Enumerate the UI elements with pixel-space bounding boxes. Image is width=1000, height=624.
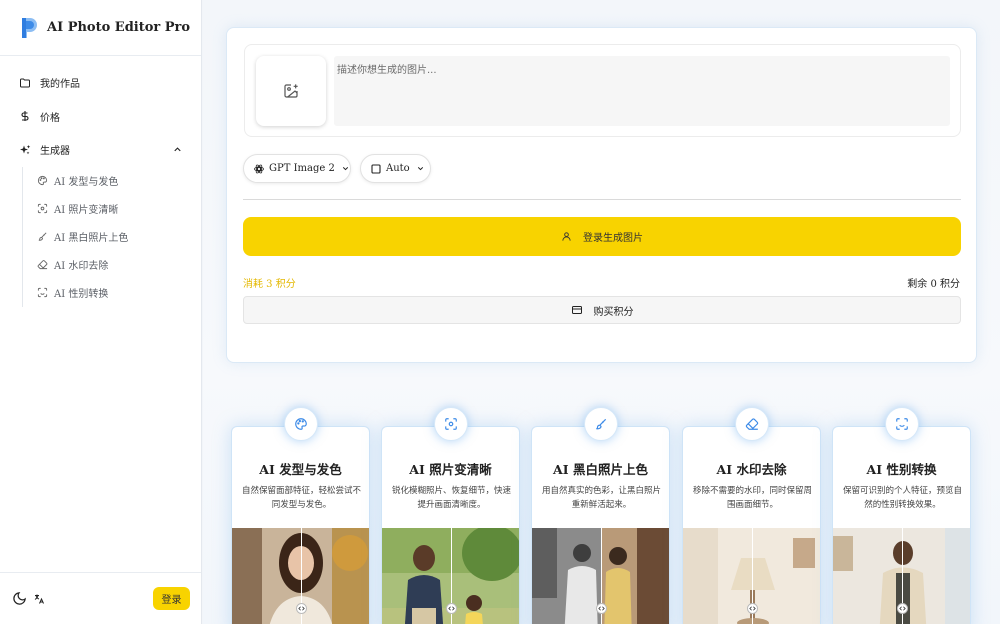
palette-icon <box>295 418 307 430</box>
palette-icon <box>37 175 48 186</box>
login-button[interactable]: 登录 <box>153 587 190 610</box>
sidebar-item-label: 价格 <box>40 112 60 124</box>
feature-title: AI 发型与发色 <box>259 462 342 477</box>
remaining-credits: 剩余 0 积分 <box>907 279 960 290</box>
subitem-label: AI 发型与发色 <box>54 177 119 188</box>
subitem-label: AI 性别转换 <box>54 289 109 300</box>
chevron-down-icon <box>417 167 423 171</box>
prompt-area <box>244 44 961 137</box>
sidebar-subitem-sharpen[interactable]: AI 照片变清晰 <box>37 195 201 223</box>
moon-icon[interactable] <box>12 591 27 606</box>
compare-handle[interactable] <box>596 603 607 614</box>
feature-badge-hairstyle <box>284 407 318 441</box>
dollar-icon <box>21 111 29 122</box>
sidebar-nav: 我的作品 价格 生成器 AI 发型与发色 AI 照片变清晰 AI 黑白照片上色 <box>0 56 201 307</box>
openai-icon <box>254 164 264 173</box>
image-plus-icon <box>284 84 298 98</box>
feature-title: AI 性别转换 <box>866 462 937 477</box>
translate-icon[interactable] <box>33 593 45 605</box>
feature-desc: 用自然真实的色彩，让黑白照片重新鲜活起来。 <box>541 486 661 510</box>
scan-focus-icon <box>37 203 48 214</box>
sidebar-item-label: 生成器 <box>40 146 70 158</box>
ratio-select[interactable]: Auto <box>360 154 431 183</box>
buy-credits-button[interactable]: 购买积分 <box>243 296 961 324</box>
feature-card-colorize[interactable]: AI 黑白照片上色 用自然真实的色彩，让黑白照片重新鲜活起来。 <box>531 426 670 624</box>
logo-icon <box>22 17 37 38</box>
sidebar-item-generator[interactable]: 生成器 <box>0 133 201 167</box>
arrows-horizontal-icon <box>448 606 455 611</box>
feature-desc: 自然保留面部特征，轻松尝试不同发型与发色。 <box>241 486 361 510</box>
arrows-horizontal-icon <box>298 606 305 611</box>
generator-subnav: AI 发型与发色 AI 照片变清晰 AI 黑白照片上色 AI 水印去除 AI 性… <box>22 166 201 307</box>
compare-handle[interactable] <box>897 603 908 614</box>
square-icon <box>371 163 381 174</box>
arrows-horizontal-icon <box>749 606 756 611</box>
brush-icon <box>596 418 607 430</box>
feature-badge-watermark <box>735 407 769 441</box>
upload-image-button[interactable] <box>256 56 326 126</box>
eraser-icon <box>37 260 48 270</box>
model-label: GPT Image 2 <box>269 163 335 174</box>
subitem-label: AI 黑白照片上色 <box>54 233 129 244</box>
feature-card-gender[interactable]: AI 性别转换 保留可识别的个人特征，预览自然的性别转换效果。 <box>832 426 971 624</box>
brand[interactable]: AI Photo Editor Pro <box>0 0 201 56</box>
generate-label: 登录生成图片 <box>583 233 643 244</box>
main-content: GPT Image 2 Auto 登录生成图片 消耗 3 积分 剩余 0 积分 … <box>203 0 1000 624</box>
feature-card-hairstyle[interactable]: AI 发型与发色 自然保留面部特征，轻松尝试不同发型与发色。 <box>231 426 370 624</box>
face-scan-icon <box>896 418 908 430</box>
feature-desc: 锐化模糊照片、恢复细节，快速提升画面清晰度。 <box>391 486 511 510</box>
cost-text: 消耗 3 积分 <box>243 279 296 290</box>
model-select[interactable]: GPT Image 2 <box>243 154 351 183</box>
scan-focus-icon <box>445 418 457 430</box>
sparkles-icon <box>20 144 31 155</box>
feature-title: AI 黑白照片上色 <box>553 462 648 477</box>
ratio-label: Auto <box>386 163 410 174</box>
app-title: AI Photo Editor Pro <box>47 20 191 35</box>
sidebar-item-pricing[interactable]: 价格 <box>0 100 201 134</box>
sidebar-subitem-gender[interactable]: AI 性别转换 <box>37 279 201 307</box>
eraser-icon <box>745 418 759 430</box>
sidebar-subitem-hairstyle[interactable]: AI 发型与发色 <box>37 167 201 195</box>
arrows-horizontal-icon <box>598 606 605 611</box>
feature-badge-gender <box>885 407 919 441</box>
feature-badge-sharpen <box>434 407 468 441</box>
compare-handle[interactable] <box>747 603 758 614</box>
buy-label: 购买积分 <box>593 306 634 318</box>
divider <box>243 199 961 200</box>
chevron-down-icon <box>342 167 348 171</box>
feature-desc: 保留可识别的个人特征，预览自然的性别转换效果。 <box>842 486 962 510</box>
feature-badge-colorize <box>584 407 618 441</box>
sidebar-footer: 登录 <box>0 572 201 624</box>
subitem-label: AI 照片变清晰 <box>54 205 119 216</box>
user-icon <box>562 232 571 241</box>
compare-handle[interactable] <box>446 603 457 614</box>
face-scan-icon <box>37 287 48 298</box>
credit-card-icon <box>571 306 582 314</box>
compare-handle[interactable] <box>296 603 307 614</box>
sidebar-item-my-works[interactable]: 我的作品 <box>0 66 201 100</box>
generator-card: GPT Image 2 Auto 登录生成图片 消耗 3 积分 剩余 0 积分 … <box>226 27 977 363</box>
folder-icon <box>20 78 30 88</box>
feature-desc: 移除不需要的水印，同时保留周围画面细节。 <box>692 486 812 510</box>
brush-icon <box>38 232 47 241</box>
sidebar-subitem-watermark[interactable]: AI 水印去除 <box>37 251 201 279</box>
sidebar-item-label: 我的作品 <box>40 79 80 91</box>
generate-button[interactable]: 登录生成图片 <box>243 217 961 256</box>
subitem-label: AI 水印去除 <box>54 261 109 272</box>
feature-title: AI 照片变清晰 <box>409 462 492 477</box>
sidebar: AI Photo Editor Pro 我的作品 价格 生成器 AI 发型与发色… <box>0 0 202 624</box>
chevron-up-icon[interactable] <box>172 144 183 155</box>
feature-title: AI 水印去除 <box>716 462 787 477</box>
arrows-horizontal-icon <box>899 606 906 611</box>
prompt-input[interactable] <box>334 56 950 126</box>
sidebar-subitem-colorize[interactable]: AI 黑白照片上色 <box>37 223 201 251</box>
feature-card-sharpen[interactable]: AI 照片变清晰 锐化模糊照片、恢复细节，快速提升画面清晰度。 <box>381 426 520 624</box>
feature-card-watermark[interactable]: AI 水印去除 移除不需要的水印，同时保留周围画面细节。 <box>682 426 821 624</box>
